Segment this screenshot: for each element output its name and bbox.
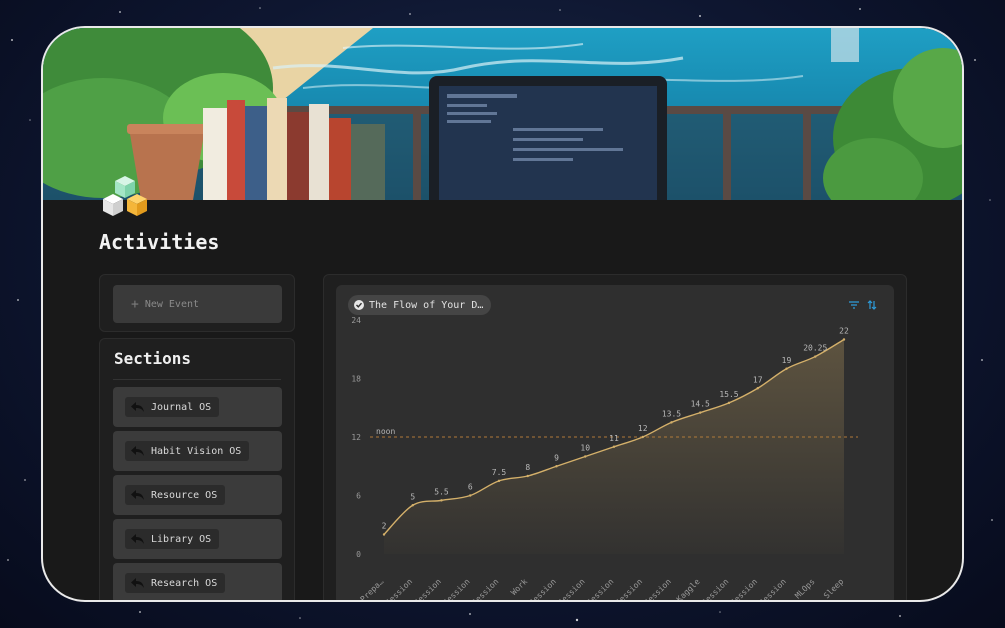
data-label: 10 (580, 444, 590, 453)
check-circle-icon (354, 300, 364, 310)
x-tick-label: Session (758, 577, 788, 602)
data-label: 12 (638, 424, 648, 433)
filter-icon[interactable] (848, 299, 860, 311)
data-point (497, 479, 501, 483)
page-title: Activities (99, 230, 220, 254)
x-tick-label: Session (384, 577, 414, 602)
cube-stack-icon (103, 176, 147, 216)
back-arrow-icon (131, 534, 144, 544)
data-label: 20.25 (803, 344, 827, 353)
back-arrow-icon (131, 490, 144, 500)
data-point (785, 367, 788, 370)
data-label: 5 (410, 492, 415, 501)
data-point (814, 355, 817, 358)
data-point (440, 499, 443, 502)
data-label: 7.5 (492, 468, 507, 477)
reference-line-label: noon (376, 427, 395, 436)
data-point (842, 338, 846, 341)
y-tick-label: 6 (356, 492, 361, 501)
section-item-habit-vision-os[interactable]: Habit Vision OS (113, 431, 282, 471)
data-point (612, 445, 616, 448)
app-window: Activities + New Event Sections Journal … (41, 26, 964, 602)
x-tick-label: Session (413, 577, 443, 602)
x-tick-label: Session (614, 577, 644, 602)
y-tick-label: 0 (356, 550, 361, 559)
x-tick-label: Session (729, 577, 759, 602)
x-tick-label: Prepa… (359, 577, 386, 602)
data-label: 17 (753, 375, 763, 384)
data-label: 15.5 (719, 390, 738, 399)
section-link[interactable]: Resource OS (125, 485, 226, 505)
cover-image (43, 28, 962, 200)
x-tick-label: Session (700, 577, 730, 602)
x-tick-label: Session (643, 577, 673, 602)
x-tick-label: Kaggle (675, 577, 702, 602)
flow-chart: 0 6 12 18 24 noon 2 Prepa… 5 Session 5.5 Session 6 Se… (351, 316, 858, 602)
data-point (555, 465, 558, 468)
chart-card: 0 6 12 18 24 noon 2 Prepa… 5 Session 5.5 Session 6 Se… (323, 274, 907, 602)
chart-panel: 0 6 12 18 24 noon 2 Prepa… 5 Session 5.5 Session 6 Se… (336, 285, 894, 602)
data-point (526, 474, 529, 478)
new-event-label: New Event (144, 298, 200, 310)
data-label: 8 (525, 463, 530, 472)
data-label: 22 (839, 327, 849, 336)
data-point (670, 421, 673, 424)
sections-title: Sections (114, 349, 192, 368)
section-item-journal-os[interactable]: Journal OS (113, 387, 282, 427)
section-item-research-os[interactable]: Research OS (113, 563, 282, 600)
sort-icon[interactable] (866, 299, 878, 311)
section-item-label: Habit Vision OS (151, 445, 242, 457)
section-item-label: Research OS (151, 577, 218, 589)
section-item-label: Journal OS (151, 401, 212, 413)
data-label: 13.5 (662, 409, 681, 418)
section-item-label: Resource OS (151, 489, 218, 501)
section-item-label: Library OS (151, 533, 212, 545)
data-label: 2 (382, 522, 387, 531)
new-event-button[interactable]: + New Event (113, 285, 282, 323)
x-tick-label: Session (556, 577, 586, 602)
data-label: 9 (554, 453, 559, 462)
data-label: 19 (782, 356, 792, 365)
y-tick-label: 24 (351, 316, 361, 325)
section-link[interactable]: Library OS (125, 529, 220, 549)
x-tick-label: Session (470, 577, 500, 602)
data-point (756, 387, 759, 390)
section-item-resource-os[interactable]: Resource OS (113, 475, 282, 515)
section-item-library-os[interactable]: Library OS (113, 519, 282, 559)
chart-view-tab[interactable]: The Flow of Your D… (348, 295, 492, 315)
data-label: 11 (609, 434, 619, 443)
chart-view-tab-label: The Flow of Your D… (369, 299, 484, 311)
sections-card: Sections Journal OS Habit Vision OS Reso… (99, 338, 295, 600)
plus-icon: + (131, 296, 139, 312)
section-link[interactable]: Habit Vision OS (125, 441, 250, 461)
data-point (411, 504, 414, 507)
data-label: 14.5 (691, 400, 710, 409)
y-tick-label: 18 (351, 375, 361, 384)
x-tick-label: Session (585, 577, 615, 602)
back-arrow-icon (131, 402, 144, 412)
data-point (699, 411, 702, 414)
sections-divider (113, 379, 281, 380)
data-point (469, 494, 472, 497)
data-point (584, 455, 587, 458)
section-link[interactable]: Research OS (125, 573, 226, 593)
back-arrow-icon (131, 578, 144, 588)
back-arrow-icon (131, 446, 144, 456)
data-point (382, 533, 386, 536)
section-link[interactable]: Journal OS (125, 397, 220, 417)
data-label: 6 (468, 483, 473, 492)
x-tick-label: Session (441, 577, 471, 602)
x-tick-label: Work (509, 577, 529, 597)
x-tick-label: Session (528, 577, 558, 602)
data-point (641, 435, 644, 439)
x-tick-label: Sleep (822, 577, 846, 601)
data-label: 5.5 (434, 487, 449, 496)
new-event-card: + New Event (99, 274, 295, 332)
x-tick-label: MLOps (793, 577, 817, 601)
data-point (727, 401, 731, 405)
y-tick-label: 12 (351, 433, 361, 442)
